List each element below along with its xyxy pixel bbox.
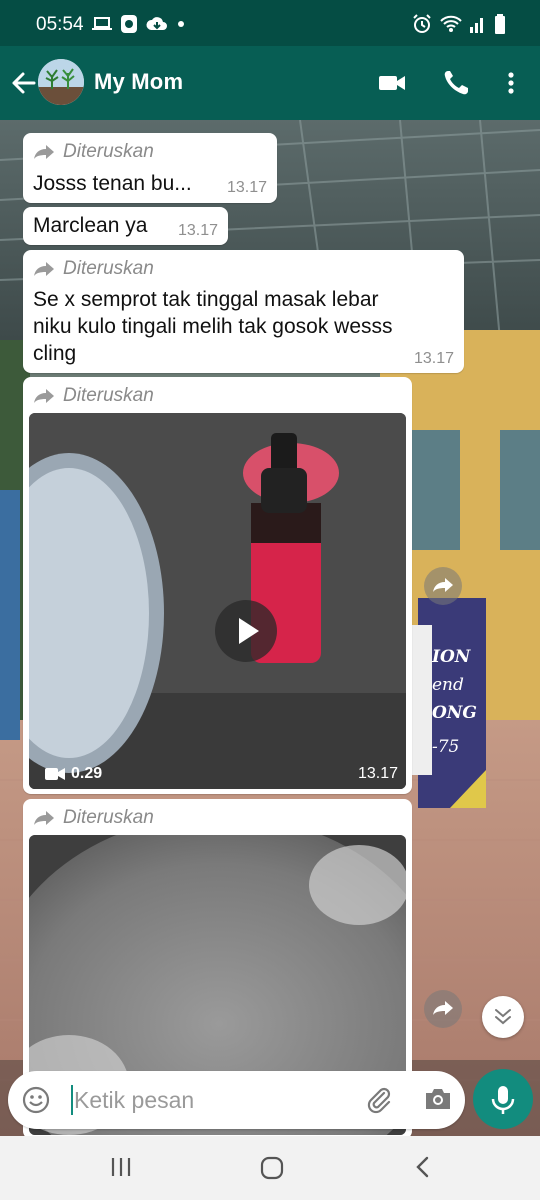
avatar-image <box>38 59 84 105</box>
play-button[interactable] <box>215 600 277 662</box>
avatar[interactable] <box>38 59 84 105</box>
forwarded-label: Diteruskan <box>33 141 154 163</box>
forwarded-label: Diteruskan <box>33 385 154 407</box>
chat-header: My Mom <box>0 46 540 120</box>
alarm-icon <box>413 14 431 33</box>
recent-apps-icon[interactable] <box>110 1156 132 1178</box>
video-camera-icon <box>45 768 65 780</box>
video-duration: 0.29 <box>45 765 102 783</box>
message-text: Marclean ya <box>33 214 148 237</box>
forward-button[interactable] <box>424 990 462 1028</box>
message-time: 13.17 <box>357 765 398 782</box>
forward-icon <box>34 145 54 159</box>
message-time: 13.17 <box>413 350 454 367</box>
phone-icon[interactable] <box>441 68 471 98</box>
text-caret <box>71 1085 73 1115</box>
contact-name[interactable]: My Mom <box>94 69 183 95</box>
mic-icon <box>491 1086 515 1114</box>
status-right-icons <box>412 14 506 34</box>
forward-button[interactable] <box>424 567 462 605</box>
message-bubble[interactable]: Diteruskan Se x semprot tak tinggal masa… <box>23 250 464 373</box>
nav-back-icon[interactable] <box>412 1156 434 1178</box>
mic-button[interactable] <box>473 1069 533 1129</box>
cloud-download-icon <box>146 17 167 30</box>
camera-icon[interactable] <box>424 1086 452 1112</box>
svg-text:-75: -75 <box>432 737 459 757</box>
back-arrow-icon[interactable] <box>10 70 36 96</box>
home-icon[interactable] <box>260 1156 284 1180</box>
signal-icon <box>470 18 483 33</box>
status-bar: 05:54 <box>0 0 540 50</box>
video-call-icon[interactable] <box>377 68 407 98</box>
message-bubble[interactable]: Marclean ya 13.17 <box>23 207 228 245</box>
emoji-icon[interactable] <box>22 1086 50 1114</box>
message-time: 13.17 <box>177 222 218 239</box>
message-text: Josss tenan bu... <box>33 172 192 195</box>
chat-area[interactable]: ION end ONG -75 Diteruskan Josss tenan b… <box>0 120 540 1136</box>
message-input[interactable]: Ketik pesan <box>74 1087 194 1114</box>
forwarded-label: Diteruskan <box>33 258 154 280</box>
scroll-to-bottom-button[interactable] <box>482 996 524 1038</box>
video-message-bubble[interactable]: Diteruskan 0.29 13.17 <box>23 377 412 794</box>
battery-icon <box>495 14 505 34</box>
attach-icon[interactable] <box>364 1085 394 1115</box>
double-chevron-down-icon <box>495 1009 511 1025</box>
message-bubble[interactable]: Diteruskan Josss tenan bu... 13.17 <box>23 133 277 203</box>
forwarded-label: Diteruskan <box>33 807 154 829</box>
forward-icon <box>433 1001 453 1015</box>
video-thumbnail[interactable]: 0.29 13.17 <box>29 413 406 789</box>
svg-text:end: end <box>432 675 464 695</box>
svg-text:ION: ION <box>431 647 472 667</box>
message-time: 13.17 <box>226 179 267 196</box>
message-composer[interactable]: Ketik pesan <box>8 1071 465 1129</box>
app-notification-icon <box>121 15 137 33</box>
forward-icon <box>34 811 54 825</box>
message-text: Se x semprot tak tinggal masak lebar nik… <box>33 288 393 365</box>
forward-icon <box>34 262 54 276</box>
play-icon <box>239 618 259 644</box>
status-time: 05:54 <box>36 14 84 35</box>
wifi-icon <box>440 15 462 32</box>
dot-icon <box>178 21 184 27</box>
forward-icon <box>34 389 54 403</box>
more-vert-icon[interactable] <box>496 68 526 98</box>
forward-icon <box>433 578 453 592</box>
svg-text:ONG: ONG <box>432 703 477 723</box>
status-left-icons <box>92 14 186 34</box>
system-nav-bar <box>0 1136 540 1200</box>
laptop-icon <box>92 17 112 30</box>
